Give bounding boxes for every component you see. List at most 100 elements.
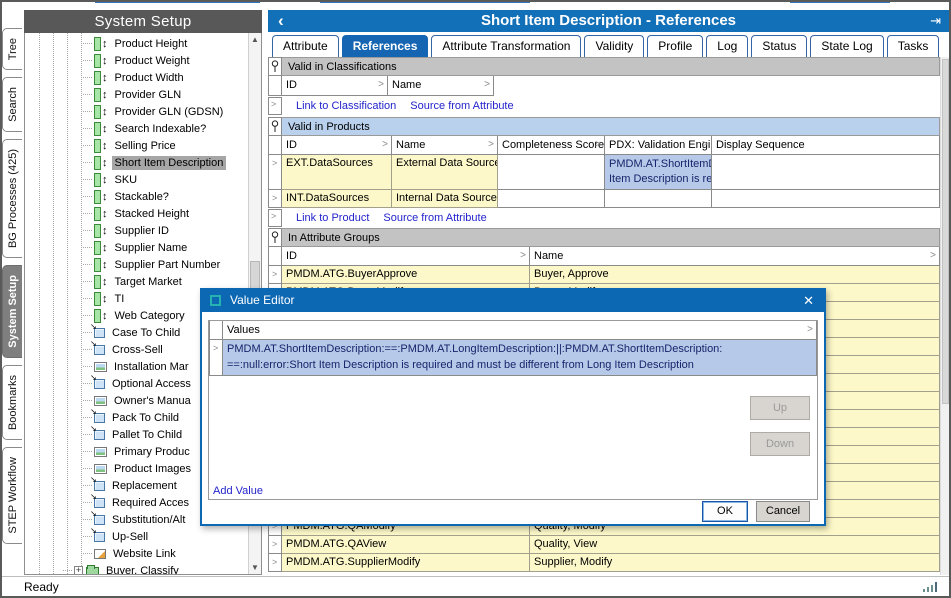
left-tab[interactable]: Search — [2, 77, 22, 132]
tree-item[interactable]: SKU — [25, 171, 261, 188]
panel-tab[interactable]: Log — [706, 35, 748, 57]
column-header-id[interactable]: ID — [282, 247, 530, 266]
cell-id[interactable]: PMDM.ATG.BuyerApprove — [282, 266, 530, 284]
table-row[interactable]: EXT.DataSources External Data Sources PM… — [268, 155, 940, 190]
left-tab[interactable]: Bookmarks — [2, 365, 22, 440]
column-header-pdx-validation-engine[interactable]: PDX: Validation Engine — [605, 136, 712, 155]
down-button[interactable]: Down — [750, 432, 810, 456]
panel-scrollbar[interactable] — [940, 57, 949, 575]
left-tab[interactable]: STEP Workflow — [2, 447, 22, 544]
pin-panel-icon[interactable]: ⇥ — [930, 10, 941, 32]
cell-pdx-validation-engine[interactable] — [605, 190, 712, 208]
cell-display-sequence[interactable] — [712, 190, 940, 208]
cancel-button[interactable]: Cancel — [756, 501, 810, 522]
column-header-name[interactable]: Name — [388, 76, 494, 96]
cell-name[interactable]: Quality, View — [530, 536, 940, 554]
tree-item[interactable]: Provider GLN — [25, 86, 261, 103]
cell-name[interactable]: Buyer, Approve — [530, 266, 940, 284]
panel-tab-label: State Log — [821, 39, 872, 53]
tree-item[interactable]: Provider GLN (GDSN) — [25, 103, 261, 120]
cell-id[interactable]: INT.DataSources — [282, 190, 392, 208]
row-handle[interactable] — [268, 155, 282, 190]
tree-item[interactable]: Supplier Part Number — [25, 256, 261, 273]
source-from-attribute-link[interactable]: Source from Attribute — [383, 212, 486, 224]
column-header-id[interactable]: ID — [282, 76, 388, 96]
cell-display-sequence[interactable] — [712, 155, 940, 190]
panel-tab[interactable]: Attribute Transformation — [431, 35, 581, 57]
table-row[interactable]: PMDM.ATG.BuyerApprove Buyer, Approve — [268, 266, 940, 284]
cell-id[interactable]: PMDM.ATG.QAView — [282, 536, 530, 554]
tree-item[interactable]: Stackable? — [25, 188, 261, 205]
panel-tab[interactable]: Attribute — [272, 35, 339, 57]
column-header-values[interactable]: Values — [223, 321, 817, 340]
panel-tab[interactable]: State Log — [810, 35, 883, 57]
column-header-name[interactable]: Name — [392, 136, 498, 155]
add-value-link[interactable]: Add Value — [213, 485, 263, 497]
source-from-attribute-link[interactable]: Source from Attribute — [410, 100, 513, 112]
row-handle[interactable] — [268, 209, 282, 227]
tree-item[interactable]: Product Width — [25, 69, 261, 86]
expand-plus-icon[interactable] — [74, 566, 83, 575]
table-row[interactable]: INT.DataSources Internal Data Sources — [268, 190, 940, 208]
cell-completeness-score[interactable] — [498, 155, 605, 190]
panel-tab[interactable]: Tasks — [887, 35, 940, 57]
close-icon[interactable]: ✕ — [803, 290, 814, 311]
panel-tab[interactable]: References — [342, 35, 429, 57]
row-handle[interactable] — [268, 536, 282, 554]
cell-pdx-validation-engine[interactable]: PMDM.AT.ShortItemDescripti Item Descript… — [605, 155, 712, 190]
attribute-icon — [94, 105, 108, 119]
dialog-title-bar[interactable]: Value Editor ✕ — [202, 290, 824, 312]
left-tab[interactable]: Tree — [2, 28, 22, 70]
table-row[interactable]: PMDM.ATG.SupplierModify Supplier, Modify — [268, 554, 940, 572]
row-handle[interactable] — [209, 340, 223, 376]
panel-tab[interactable]: Profile — [647, 35, 703, 57]
column-header-name[interactable]: Name — [530, 247, 940, 266]
column-header-display-sequence[interactable]: Display Sequence — [712, 136, 940, 155]
scroll-up-icon[interactable]: ▲ — [249, 33, 261, 46]
cell-name[interactable]: Supplier, Modify — [530, 554, 940, 572]
value-row[interactable]: PMDM.AT.ShortItemDescription:==:PMDM.AT.… — [209, 340, 817, 376]
tree-item[interactable]: Buyer, Classify — [25, 562, 261, 575]
panel-tab[interactable]: Validity — [584, 35, 644, 57]
table-row[interactable]: PMDM.ATG.QAView Quality, View — [268, 536, 940, 554]
cell-id[interactable]: EXT.DataSources — [282, 155, 392, 190]
scroll-down-icon[interactable]: ▼ — [249, 561, 261, 574]
panel-tab-label: Attribute — [283, 39, 328, 53]
link-to-classification-link[interactable]: Link to Classification — [296, 100, 396, 112]
left-tab[interactable]: System Setup — [2, 265, 22, 358]
panel-tab[interactable]: Status — [751, 35, 807, 57]
value-cell[interactable]: PMDM.AT.ShortItemDescription:==:PMDM.AT.… — [223, 340, 817, 376]
cell-name[interactable]: Internal Data Sources — [392, 190, 498, 208]
tree-item[interactable]: Search Indexable? — [25, 120, 261, 137]
row-handle[interactable] — [268, 190, 282, 208]
attribute-icon — [94, 275, 108, 289]
left-tab[interactable]: BG Processes (425) — [2, 139, 22, 258]
tree-item[interactable]: Up-Sell — [25, 528, 261, 545]
tree-item[interactable]: Product Weight — [25, 52, 261, 69]
values-header-row: Values — [209, 321, 817, 340]
row-handle[interactable] — [268, 266, 282, 284]
tree-item[interactable]: Stacked Height — [25, 205, 261, 222]
link-to-product-link[interactable]: Link to Product — [296, 212, 369, 224]
image-icon — [94, 396, 107, 406]
tree-item[interactable]: Product Height — [25, 35, 261, 52]
tree-item[interactable]: Website Link — [25, 545, 261, 562]
tree-item[interactable]: Short Item Description — [25, 154, 261, 171]
chevron-left-icon[interactable]: ‹ — [278, 10, 284, 32]
column-header-id[interactable]: ID — [282, 136, 392, 155]
ok-button[interactable]: OK — [702, 501, 748, 522]
cell-name[interactable]: External Data Sources — [392, 155, 498, 190]
scrollbar-thumb[interactable] — [942, 59, 949, 404]
tree-item[interactable]: Supplier ID — [25, 222, 261, 239]
panel-tab-label: Log — [717, 39, 737, 53]
tree-item[interactable]: Supplier Name — [25, 239, 261, 256]
column-header-completeness-score[interactable]: Completeness Score — [498, 136, 605, 155]
row-handle[interactable] — [268, 97, 282, 115]
tree-item[interactable]: Selling Price — [25, 137, 261, 154]
up-button[interactable]: Up — [750, 396, 810, 420]
cell-completeness-score[interactable] — [498, 190, 605, 208]
row-handle[interactable] — [268, 554, 282, 572]
cell-id[interactable]: PMDM.ATG.SupplierModify — [282, 554, 530, 572]
panel-tab-label: Attribute Transformation — [442, 39, 570, 53]
cube-icon — [94, 515, 105, 525]
